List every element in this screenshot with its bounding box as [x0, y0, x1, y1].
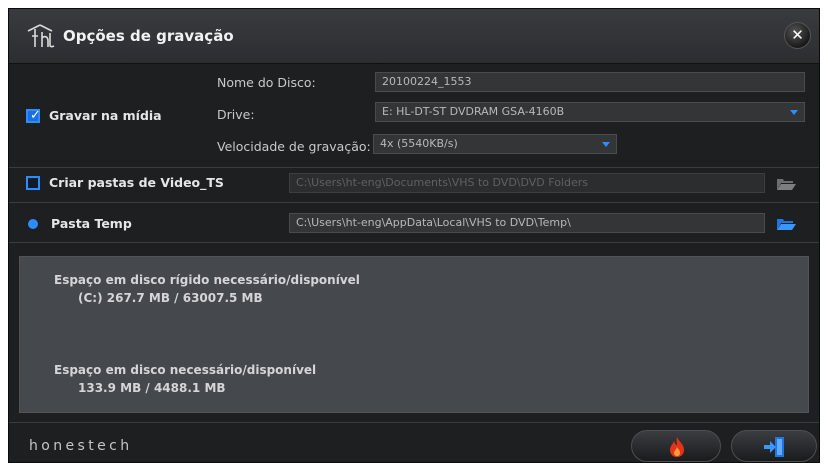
divider — [9, 202, 819, 203]
burn-speed-value: 4x (5540KB/s) — [380, 137, 458, 150]
dialog-title: Opções de gravação — [63, 27, 234, 45]
chevron-down-icon — [602, 142, 610, 147]
hdd-space-label: Espaço em disco rígido necessário/dispon… — [54, 273, 360, 287]
disc-space-value: 133.9 MB / 4488.1 MB — [78, 381, 226, 395]
title-bar: Opções de gravação ✕ — [9, 9, 819, 64]
burn-to-media-checkbox[interactable]: ✓ — [26, 108, 41, 123]
exit-button[interactable] — [731, 430, 817, 462]
folder-open-icon[interactable] — [776, 217, 796, 231]
create-video-ts-checkbox[interactable] — [26, 176, 40, 190]
close-button[interactable]: ✕ — [784, 22, 811, 49]
disc-name-label: Nome do Disco: — [217, 75, 316, 90]
divider — [9, 422, 819, 423]
disc-space-label: Espaço em disco necessário/disponível — [54, 363, 317, 377]
disc-name-input[interactable]: 20100224_1553 — [375, 72, 805, 92]
create-video-ts-label: Criar pastas de Video_TS — [49, 175, 224, 190]
temp-folder-label: Pasta Temp — [51, 216, 132, 231]
burn-to-media-label: Gravar na mídia — [49, 108, 162, 123]
divider — [9, 242, 819, 243]
brand-logo: honestech — [29, 438, 133, 454]
hdd-space-value: (C:) 267.7 MB / 63007.5 MB — [78, 291, 263, 305]
drive-select[interactable]: E: HL-DT-ST DVDRAM GSA-4160B — [375, 102, 805, 122]
folder-open-icon[interactable] — [776, 177, 796, 191]
close-icon: ✕ — [791, 26, 804, 44]
exit-icon — [764, 437, 784, 457]
burn-button[interactable] — [631, 430, 721, 462]
drive-select-value: E: HL-DT-ST DVDRAM GSA-4160B — [382, 105, 565, 118]
burn-icon — [670, 437, 684, 457]
burn-speed-label: Velocidade de gravação: — [217, 139, 371, 154]
divider — [9, 167, 819, 168]
video-ts-path-input[interactable]: C:\Users\ht-eng\Documents\VHS to DVD\DVD… — [289, 173, 765, 193]
temp-folder-path-input[interactable]: C:\Users\ht-eng\AppData\Local\VHS to DVD… — [289, 213, 765, 233]
disk-space-panel: Espaço em disco rígido necessário/dispon… — [19, 256, 809, 413]
burn-options-dialog: Opções de gravação ✕ ✓ Gravar na mídia N… — [8, 8, 820, 463]
honestech-logo-icon — [27, 24, 55, 48]
burn-speed-select[interactable]: 4x (5540KB/s) — [373, 134, 617, 154]
temp-folder-radio[interactable] — [28, 219, 38, 229]
drive-label: Drive: — [217, 107, 255, 122]
checkmark-icon: ✓ — [30, 108, 41, 123]
chevron-down-icon — [790, 110, 798, 115]
